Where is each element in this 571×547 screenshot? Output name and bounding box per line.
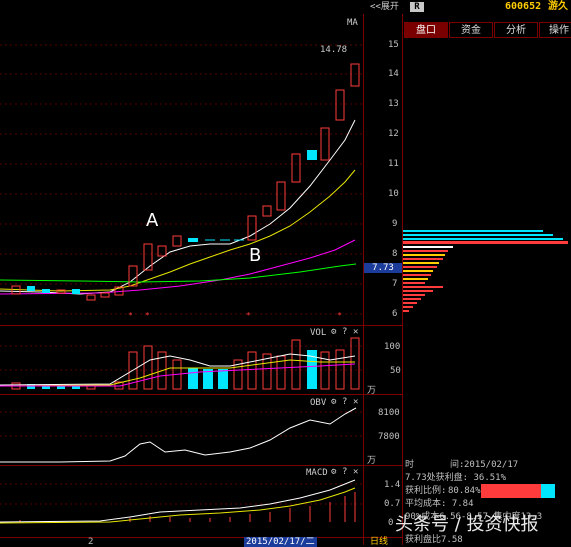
profit-ratio-bar-rest	[541, 484, 555, 498]
candle	[320, 127, 330, 161]
period-label[interactable]: 日线	[370, 537, 388, 547]
price-high-label: 14.78	[320, 45, 348, 55]
candle	[307, 150, 317, 160]
vol-ma-line-magenta	[0, 363, 356, 387]
y-tick: 6	[392, 309, 398, 319]
info-date: 2015/02/17	[464, 460, 519, 470]
obv-y-tick: 7800	[378, 432, 400, 442]
y-tick: 12	[388, 129, 399, 139]
macd-dea-line	[0, 487, 356, 524]
price-gridlines	[0, 44, 362, 505]
ma-label: MA	[347, 18, 358, 28]
y-tick: 7	[392, 279, 398, 289]
help-icon[interactable]: ?	[342, 327, 347, 337]
obv-line	[0, 407, 357, 463]
info-date-prefix: 间:	[450, 460, 465, 470]
vol-title: VOL	[310, 328, 327, 338]
svg-text:*: *	[337, 311, 342, 320]
macd-y-tick: 1.4	[384, 480, 401, 490]
svg-text:*: *	[128, 311, 133, 320]
signal-markers: * * * *	[128, 311, 342, 320]
date-cursor-label: 2015/02/17/二	[244, 537, 317, 547]
help-icon[interactable]: ?	[342, 397, 347, 407]
y-tick: 10	[388, 189, 399, 199]
obv-y-tick: 8100	[378, 408, 400, 418]
annotation-a: A	[146, 210, 159, 231]
ma-line-white	[0, 119, 356, 295]
gear-icon[interactable]: ⚙	[331, 397, 336, 407]
candle	[276, 181, 286, 211]
page-number: 2	[88, 537, 94, 547]
gear-icon[interactable]: ⚙	[331, 467, 336, 477]
candles	[11, 63, 360, 301]
y-tick: 13	[388, 99, 399, 109]
candle	[100, 292, 110, 298]
info-line5: 获利盘比7.58	[405, 535, 463, 545]
candle	[350, 63, 360, 87]
candle	[291, 153, 301, 183]
candle	[335, 89, 345, 121]
svg-text:*: *	[246, 311, 251, 320]
candle	[72, 289, 80, 294]
vol-ma-line-yellow	[0, 359, 355, 387]
ma-line-magenta	[0, 239, 356, 295]
ma-line-yellow	[0, 169, 356, 292]
candle	[27, 286, 35, 291]
candle	[128, 265, 138, 287]
candle	[188, 238, 198, 242]
info-profit-at-price: 7.73处获利盘: 36.51%	[405, 473, 507, 483]
info-time-label: 时	[405, 460, 415, 470]
candle	[86, 294, 96, 301]
vol-y-tick: 100	[384, 342, 401, 352]
ma-line-green	[0, 263, 357, 283]
close-icon[interactable]: ✕	[353, 467, 358, 477]
y-tick: 14	[388, 69, 399, 79]
chip-distribution	[403, 230, 568, 312]
macd-y-tick: 0.7	[384, 499, 401, 509]
info-profit-ratio: 80.84%	[448, 486, 481, 496]
candle	[42, 289, 50, 293]
candle	[143, 243, 153, 271]
annotation-b: B	[249, 245, 262, 266]
macd-y-tick: 0	[388, 518, 394, 528]
obv-unit: 万	[367, 456, 377, 466]
vol-unit: 万	[367, 386, 377, 396]
candle	[262, 205, 272, 217]
y-tick: 9	[392, 219, 398, 229]
macd-title: MACD	[306, 468, 328, 478]
vol-y-tick: 50	[390, 366, 401, 376]
y-tick: 15	[388, 40, 399, 50]
watermark: 头条号 / 投资快报	[395, 514, 539, 535]
close-icon[interactable]: ✕	[353, 397, 358, 407]
gear-icon[interactable]: ⚙	[331, 327, 336, 337]
svg-text:*: *	[145, 311, 150, 320]
info-avg-cost: 平均成本: 7.84	[405, 499, 474, 509]
y-tick: 11	[388, 159, 399, 169]
info-profit-ratio-label: 获利比例:	[405, 486, 447, 496]
close-icon[interactable]: ✕	[353, 327, 358, 337]
help-icon[interactable]: ?	[342, 467, 347, 477]
profit-ratio-bar	[481, 484, 541, 498]
current-price-label: 7.73	[364, 263, 402, 273]
obv-title: OBV	[310, 398, 327, 408]
candle	[56, 289, 66, 294]
candle	[172, 235, 182, 247]
y-tick: 8	[392, 249, 398, 259]
